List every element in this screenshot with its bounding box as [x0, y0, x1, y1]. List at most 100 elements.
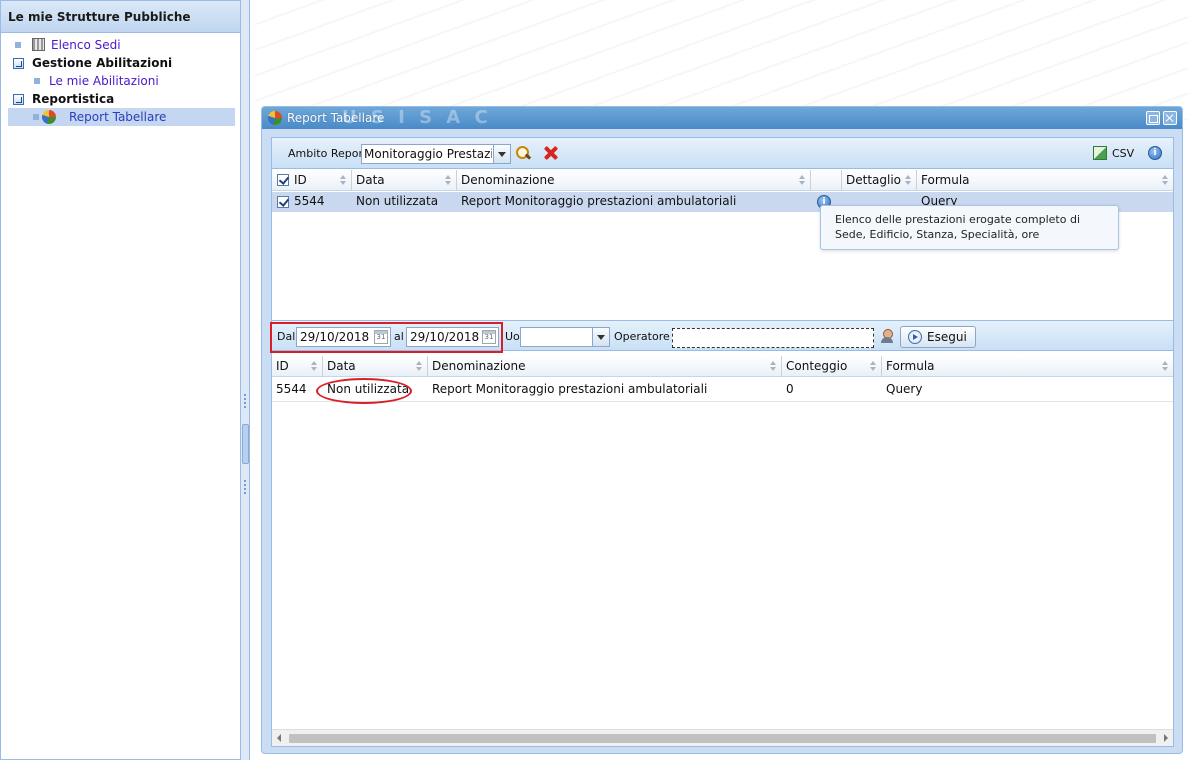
row-checkbox[interactable] [277, 196, 289, 208]
user-icon[interactable] [880, 329, 894, 344]
column-header-data[interactable]: Data [323, 356, 428, 377]
close-icon[interactable] [1163, 111, 1177, 125]
chart-icon [42, 110, 56, 124]
sort-icon [445, 175, 451, 185]
column-header-id[interactable]: ID [272, 356, 323, 377]
uo-label: Uo [505, 330, 520, 343]
excel-icon[interactable] [1093, 146, 1107, 160]
tree-item-label: Report Tabellare [69, 110, 167, 124]
scroll-left-icon[interactable] [277, 734, 281, 742]
uo-combo[interactable] [520, 327, 610, 347]
cell-data: Non utilizzata [356, 194, 439, 208]
report-list-grid: ID Data Denominazione Dettaglio Formula … [272, 170, 1173, 320]
report-window: Report Tabellare U S I S A C Ambito Repo… [261, 106, 1183, 754]
tree-item-report-tabellare[interactable]: Report Tabellare [8, 108, 235, 126]
tree-item-le-mie-abilitazioni[interactable]: Le mie Abilitazioni [1, 72, 240, 90]
results-grid: ID Data Denominazione Conteggio Formula [272, 356, 1173, 729]
horizontal-scrollbar[interactable] [272, 729, 1173, 746]
csv-button[interactable]: CSV [1112, 138, 1134, 169]
column-header-info[interactable] [811, 170, 842, 191]
tree-item-label: Elenco Sedi [51, 38, 121, 52]
tree-item-elenco-sedi[interactable]: Elenco Sedi [1, 36, 240, 54]
esegui-button[interactable]: Esegui [900, 326, 976, 348]
column-header-denominazione[interactable]: Denominazione [457, 170, 811, 191]
search-icon[interactable] [515, 145, 531, 161]
ambito-report-value: Monitoraggio Prestazioni [364, 147, 492, 161]
column-header-formula[interactable]: Formula [882, 356, 1173, 377]
watermark-text: U S I S A C [342, 107, 492, 128]
clear-icon[interactable] [544, 146, 558, 160]
column-header-dettaglio[interactable]: Dettaglio [842, 170, 917, 191]
ambito-report-combo[interactable]: Monitoraggio Prestazioni [361, 144, 511, 164]
left-panel: Le mie Strutture Pubbliche Elenco Sedi G… [0, 0, 241, 760]
column-header-conteggio[interactable]: Conteggio [782, 356, 882, 377]
grid-header: ID Data Denominazione Dettaglio Formula [272, 170, 1173, 191]
tree-item-label: Reportistica [32, 92, 115, 106]
panel-splitter[interactable] [241, 0, 250, 760]
grip-icon [244, 394, 246, 408]
sort-icon [340, 175, 346, 185]
report-toolbar: Ambito Report Monitoraggio Prestazioni C… [272, 138, 1173, 169]
column-header-formula[interactable]: Formula [917, 170, 1173, 191]
tooltip-line: Elenco delle prestazioni erogate complet… [835, 213, 1081, 226]
select-all-checkbox[interactable] [277, 174, 289, 186]
esegui-label: Esegui [927, 330, 967, 344]
sort-icon [870, 361, 876, 371]
highlight-ellipse [316, 378, 412, 404]
scroll-right-icon[interactable] [1164, 734, 1168, 742]
grip-icon [244, 480, 246, 494]
maximize-icon[interactable] [1146, 111, 1160, 125]
column-label: Formula [886, 359, 935, 373]
bullet-icon [33, 114, 39, 120]
tree-item-reportistica[interactable]: Reportistica [1, 90, 240, 108]
chevron-down-icon[interactable] [493, 145, 510, 163]
description-tooltip: Elenco delle prestazioni erogate complet… [820, 205, 1119, 250]
column-header-denominazione[interactable]: Denominazione [428, 356, 782, 377]
sort-icon [770, 361, 776, 371]
column-label: Denominazione [461, 173, 555, 187]
bullet-icon [15, 42, 21, 48]
collapse-icon[interactable] [13, 58, 24, 69]
column-label: ID [294, 173, 307, 187]
operatore-label: Operatore [614, 330, 670, 343]
column-header-data[interactable]: Data [352, 170, 457, 191]
cell-denominazione: Report Monitoraggio prestazioni ambulato… [432, 382, 708, 396]
grid-header: ID Data Denominazione Conteggio Formula [272, 356, 1173, 377]
column-label: Denominazione [432, 359, 526, 373]
play-icon [908, 330, 922, 344]
filter-toolbar: Dal 29/10/2018 31 al 29/10/2018 31 Uo Op… [270, 320, 1173, 353]
tree-item-label: Le mie Abilitazioni [49, 74, 159, 88]
column-label: Formula [921, 173, 970, 187]
building-icon [32, 38, 45, 51]
sort-icon [416, 361, 422, 371]
collapse-panel-handle[interactable] [242, 424, 249, 464]
tree-item-label: Gestione Abilitazioni [32, 56, 173, 70]
sort-icon [799, 175, 805, 185]
highlight-box [270, 322, 503, 353]
column-label: Data [327, 359, 356, 373]
cell-id: 5544 [276, 382, 307, 396]
tooltip-line: Sede, Edificio, Stanza, Specialità, ore [835, 228, 1040, 241]
ambito-report-label: Ambito Report [288, 147, 368, 160]
window-header: Report Tabellare U S I S A C [262, 107, 1182, 129]
column-label: ID [276, 359, 289, 373]
collapse-icon[interactable] [13, 94, 24, 105]
scrollbar-thumb[interactable] [289, 734, 1156, 743]
cell-denominazione: Report Monitoraggio prestazioni ambulato… [461, 194, 737, 208]
sort-icon [1162, 175, 1168, 185]
column-header-id[interactable]: ID [272, 170, 352, 191]
info-icon[interactable]: i [1148, 146, 1162, 160]
tree-item-gestione-abilitazioni[interactable]: Gestione Abilitazioni [1, 54, 240, 72]
sort-icon [311, 361, 317, 371]
chart-icon [268, 111, 282, 125]
column-label: Data [356, 173, 385, 187]
sort-icon [1162, 361, 1168, 371]
column-label: Dettaglio [846, 173, 902, 187]
chevron-down-icon[interactable] [592, 328, 609, 346]
navigation-tree: Elenco Sedi Gestione Abilitazioni Le mie… [1, 33, 240, 126]
background-watermark [255, 0, 1188, 120]
operatore-field[interactable] [672, 328, 874, 348]
cell-conteggio: 0 [786, 382, 794, 396]
left-panel-title: Le mie Strutture Pubbliche [1, 0, 240, 33]
cell-id: 5544 [294, 194, 325, 208]
